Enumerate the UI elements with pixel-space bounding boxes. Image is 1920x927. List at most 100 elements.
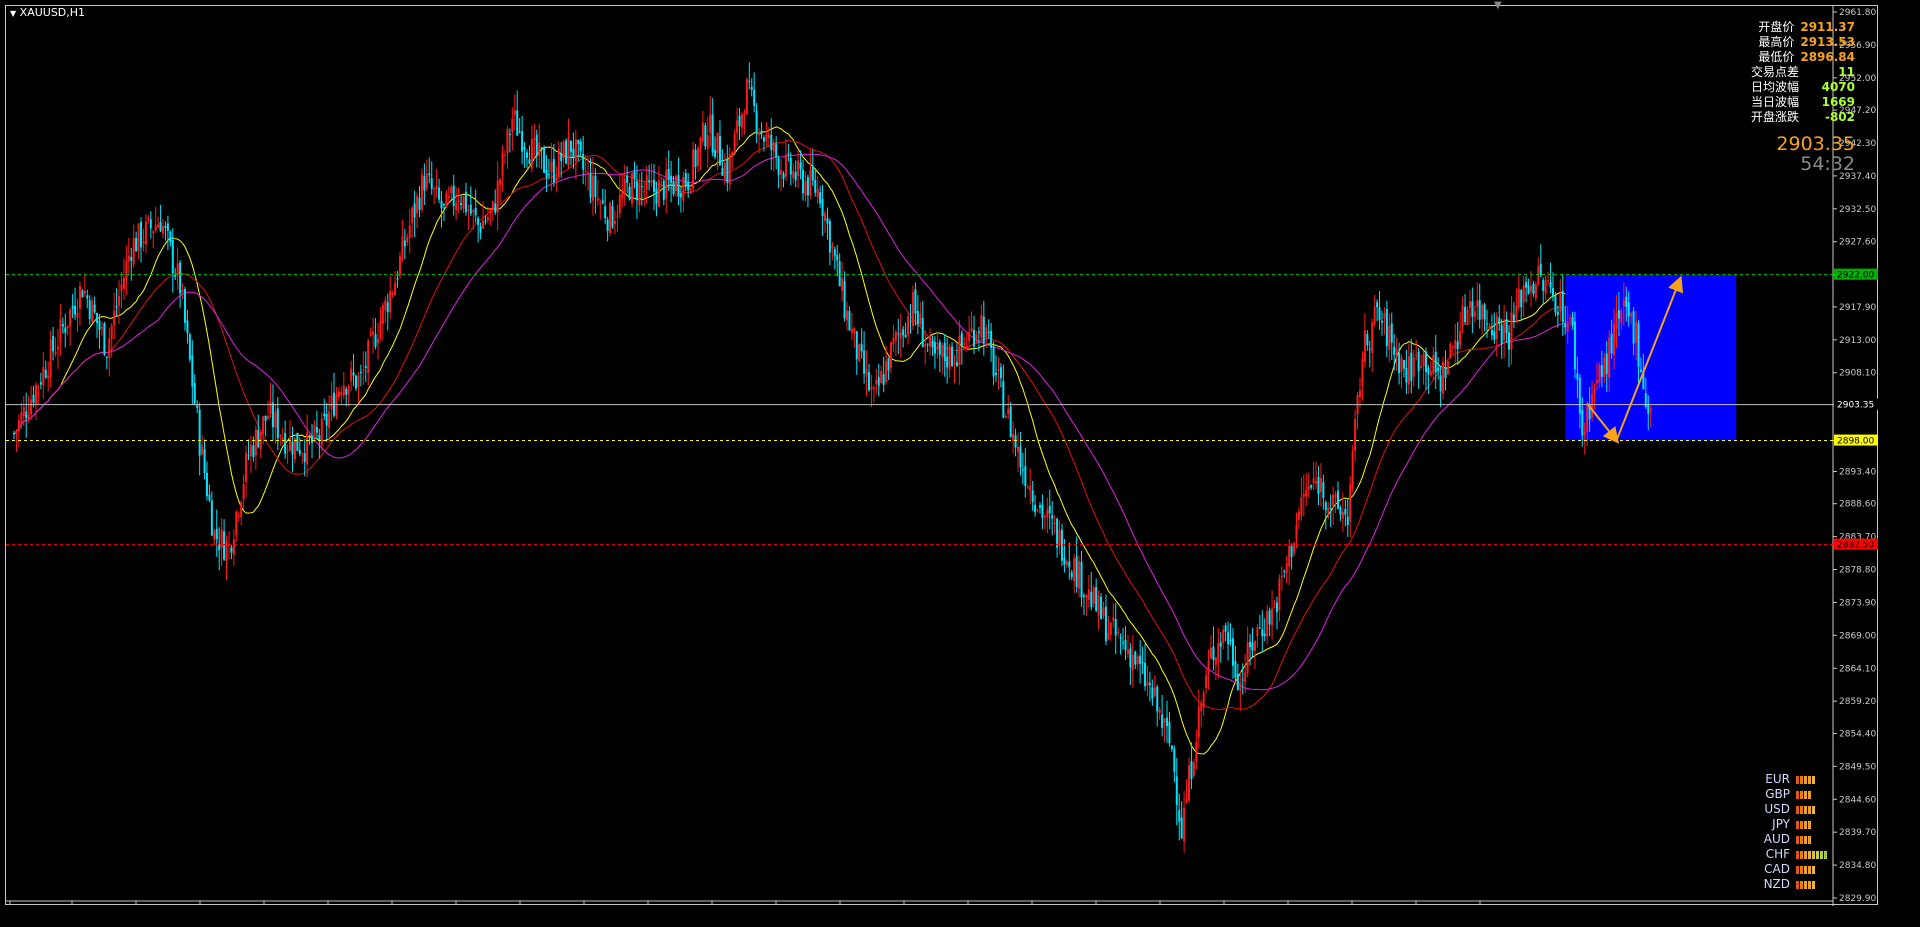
dropdown-arrow-icon[interactable]: ▼: [10, 9, 16, 18]
candle-body: [1207, 660, 1210, 674]
candle-body: [1327, 507, 1330, 514]
candle-body: [1520, 290, 1523, 308]
strength-bar: [1800, 835, 1803, 844]
candle-body: [762, 137, 765, 142]
candle-body: [1046, 509, 1049, 518]
strength-bar: [1808, 835, 1811, 844]
candle-body: [1495, 315, 1498, 339]
candle-body: [968, 332, 971, 342]
candle-body: [318, 434, 321, 440]
candle-body: [780, 170, 783, 175]
candle-body: [1542, 280, 1545, 291]
candle-body: [557, 148, 560, 178]
currency-name: CHF: [1765, 847, 1790, 861]
candle-body: [904, 334, 907, 337]
candle-body: [1219, 642, 1222, 647]
candle-body: [1205, 675, 1208, 688]
candle-body: [887, 358, 890, 371]
candle-body: [760, 130, 763, 135]
candle-body: [882, 374, 885, 385]
candle-body: [125, 260, 128, 280]
candle-body: [455, 202, 458, 211]
candle-body: [1297, 511, 1300, 520]
candle-body: [1251, 642, 1254, 651]
candle-body: [582, 153, 585, 170]
candle-body: [1398, 352, 1401, 374]
strength-bar: [1808, 880, 1811, 889]
candle-body: [460, 203, 463, 206]
candle-body: [113, 310, 116, 326]
info-value: 11: [1838, 65, 1855, 79]
candle-body: [83, 290, 86, 294]
candle-body: [357, 375, 360, 388]
candle-body: [203, 449, 206, 474]
candle-body: [755, 110, 758, 133]
candle-body: [1346, 516, 1349, 526]
candle-body: [1639, 369, 1642, 372]
candle-body: [1256, 627, 1259, 637]
info-label: 当日波幅: [1750, 95, 1799, 109]
candle-body: [1004, 416, 1007, 418]
candle-body: [975, 334, 978, 343]
candle-body: [1268, 610, 1271, 625]
candle-body: [1195, 742, 1198, 763]
ma-slow-line: [13, 153, 1651, 691]
candle-body: [1307, 486, 1310, 490]
candle-body: [645, 175, 648, 190]
candle-body: [406, 236, 409, 242]
candle-body: [504, 154, 507, 156]
candle-body: [171, 240, 174, 274]
candle-body: [39, 382, 42, 385]
candle-body: [474, 207, 477, 216]
candle-body: [320, 418, 323, 445]
candle-body: [679, 193, 682, 198]
price-chart[interactable]: 2961.802956.902952.002947.202942.302937.…: [6, 6, 1879, 906]
candle-body: [1422, 353, 1425, 367]
candle-body: [350, 368, 353, 382]
candle-body: [313, 424, 316, 439]
candle-body: [594, 175, 597, 197]
candle-body: [726, 158, 729, 183]
candle-body: [1014, 435, 1017, 448]
candle-body: [362, 369, 365, 371]
candle-body: [1236, 673, 1239, 690]
candle-body: [1444, 366, 1447, 379]
candle-body: [1185, 798, 1188, 804]
candle-body: [1527, 285, 1530, 294]
candle-body: [159, 222, 162, 232]
candle-body: [1620, 310, 1623, 323]
candle-body: [1400, 357, 1403, 372]
candle-body: [1273, 606, 1276, 608]
candle-body: [821, 199, 824, 217]
candle-body: [946, 356, 949, 368]
candle-body: [1517, 288, 1520, 308]
candle-body: [1102, 607, 1105, 617]
candle-body: [1290, 546, 1293, 557]
candle-body: [464, 191, 467, 213]
candle-body: [1222, 629, 1225, 643]
currency-row: JPY: [1760, 817, 1827, 832]
candle-body: [1539, 263, 1542, 276]
candle-body: [469, 204, 472, 214]
candle-body: [17, 420, 20, 432]
strength-bar: [1796, 865, 1799, 874]
candle-body: [438, 187, 441, 200]
candle-body: [1610, 333, 1613, 354]
candle-body: [1134, 651, 1137, 665]
candle-body: [1434, 351, 1437, 373]
candle-body: [1608, 337, 1611, 378]
candle-body: [286, 449, 289, 451]
info-label: 开盘价: [1758, 20, 1795, 34]
candle-body: [191, 355, 194, 387]
strength-bars: [1796, 880, 1815, 889]
candle-body: [609, 203, 612, 233]
scroll-marker-icon[interactable]: ▼: [1494, 0, 1502, 11]
chart-area[interactable]: 2961.80 2956.90 2952.00 2947.20 2942.30 2937.…: [5, 5, 1879, 906]
candle-body: [1021, 469, 1024, 471]
candle-body: [269, 401, 272, 414]
candle-body: [37, 386, 40, 388]
candle-body: [965, 346, 968, 348]
candle-body: [1488, 325, 1491, 330]
candle-body: [618, 195, 621, 214]
candle-body: [1390, 323, 1393, 343]
